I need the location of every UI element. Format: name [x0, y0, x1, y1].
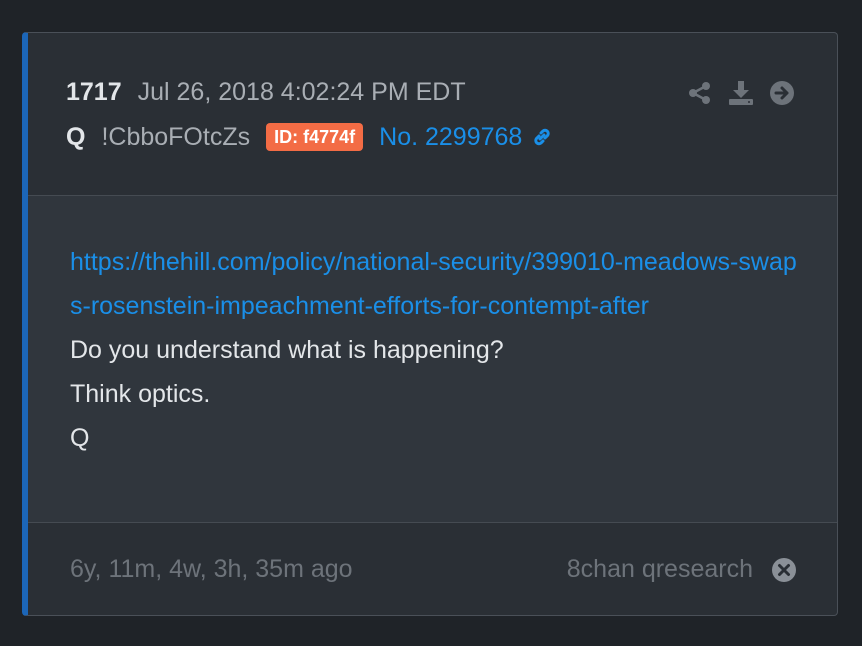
post-footer: 6y, 11m, 4w, 3h, 35m ago 8chan qresearch: [28, 523, 837, 615]
author-name: Q: [66, 123, 86, 151]
post-card: 1717 Jul 26, 2018 4:02:24 PM EDT Q !Cbbo…: [22, 32, 838, 616]
post-number-link[interactable]: No. 2299768: [379, 121, 554, 153]
post-link-label: No. 2299768: [379, 123, 523, 151]
arrow-right-icon[interactable]: [769, 80, 795, 106]
source-label: 8chan qresearch: [566, 555, 753, 583]
text-line: Do you understand what is happening?: [70, 336, 504, 364]
article-link[interactable]: https://thehill.com/policy/national-secu…: [70, 240, 800, 328]
link-icon[interactable]: [530, 125, 554, 149]
post-header: 1717 Jul 26, 2018 4:02:24 PM EDT Q !Cbbo…: [28, 33, 837, 196]
post-author-row: Q !CbboFOtcZs ID: f4774f No. 2299768: [66, 121, 554, 153]
post-meta-row: 1717 Jul 26, 2018 4:02:24 PM EDT: [66, 77, 466, 107]
text-line: Q: [70, 424, 90, 452]
post-body: https://thehill.com/policy/national-secu…: [28, 196, 837, 523]
post-source: 8chan qresearch: [567, 555, 797, 584]
post-text: https://thehill.com/policy/national-secu…: [70, 240, 800, 460]
post-date: Jul 26, 2018 4:02:24 PM EDT: [137, 78, 466, 106]
time-ago: 6y, 11m, 4w, 3h, 35m ago: [70, 555, 353, 583]
id-badge: ID: f4774f: [266, 123, 364, 151]
text-line: Think optics.: [70, 380, 211, 408]
tripcode: !CbboFOtcZs: [101, 123, 251, 151]
post-actions: [687, 79, 795, 107]
share-icon[interactable]: [687, 80, 713, 106]
download-icon[interactable]: [727, 79, 755, 107]
close-icon[interactable]: [771, 557, 797, 583]
post-number: 1717: [66, 78, 122, 106]
